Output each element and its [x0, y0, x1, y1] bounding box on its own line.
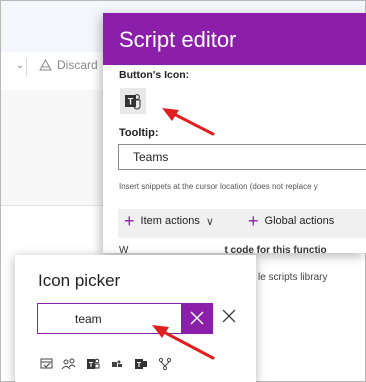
chevron-down-icon[interactable]: ⌄ [16, 60, 24, 71]
people-team-icon[interactable] [60, 356, 78, 372]
icon-picker-dialog: Icon picker team T T [15, 255, 256, 382]
snippet-note: Insert snippets at the cursor location (… [119, 182, 318, 191]
scripts-library-link[interactable]: le scripts library [258, 272, 327, 283]
item-actions-menu[interactable]: + Item actions ∨ [124, 211, 214, 231]
discard-icon [39, 59, 52, 71]
snippet-actions-bar: + Item actions ∨ + Global actions [118, 209, 366, 238]
discard-label: Discard [57, 58, 98, 72]
button-icon-label: Button's Icon: [119, 69, 190, 81]
tooltip-label: Tooltip: [119, 127, 159, 139]
plus-icon: + [124, 211, 135, 231]
button-icon-selector[interactable]: T [120, 88, 146, 114]
close-icon [190, 311, 204, 325]
icon-picker-title: Icon picker [38, 271, 121, 290]
teams-logo-icon-2[interactable]: T [132, 356, 150, 372]
teams-logo-icon: T [125, 94, 141, 110]
svg-text:T: T [137, 362, 142, 369]
close-dialog-button[interactable] [220, 307, 238, 325]
svg-text:T: T [89, 362, 94, 369]
teams-logo-icon[interactable]: T [84, 356, 102, 372]
discard-button[interactable]: Discard [39, 58, 98, 72]
clear-search-button[interactable] [181, 303, 213, 334]
editor-header: Script editor [103, 13, 366, 65]
chevron-down-icon: ∨ [205, 215, 214, 228]
icon-search-input[interactable]: team [37, 303, 182, 334]
svg-text:T: T [128, 97, 134, 107]
plus-icon: + [248, 211, 259, 231]
script-editor-panel: Script editor Button's Icon: T Tooltip: … [103, 13, 366, 256]
toolbar-divider [26, 58, 27, 76]
team-small-icon[interactable] [108, 356, 126, 372]
global-actions-menu[interactable]: + Global actions [248, 211, 335, 231]
tooltip-input[interactable]: Teams [118, 144, 366, 170]
item-actions-label: Item actions [140, 215, 200, 227]
org-chart-icon[interactable] [156, 356, 174, 372]
global-actions-label: Global actions [264, 215, 335, 227]
editor-title: Script editor [119, 27, 237, 52]
calendar-check-icon[interactable] [38, 356, 56, 372]
